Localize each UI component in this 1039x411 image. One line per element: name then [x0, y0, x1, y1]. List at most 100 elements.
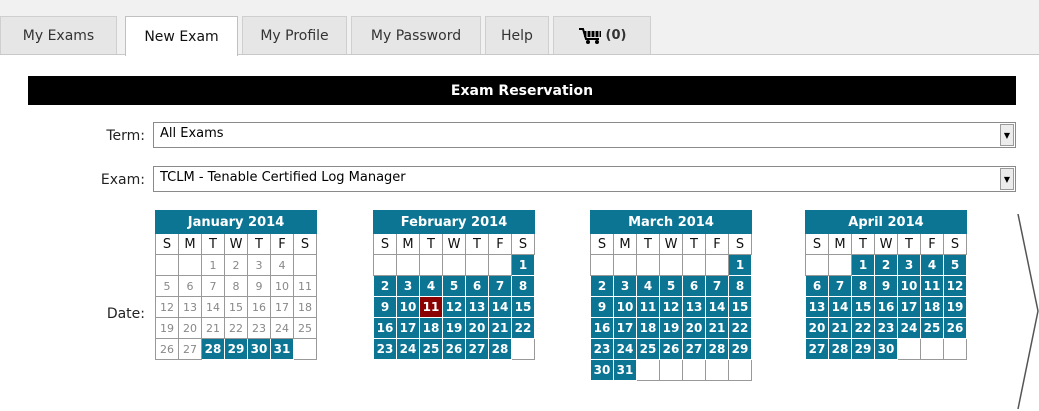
- calendar-day-available[interactable]: 25: [920, 317, 944, 339]
- calendar-day-available[interactable]: 6: [465, 275, 489, 297]
- calendar-day-available[interactable]: 22: [511, 317, 535, 339]
- calendar-day-available[interactable]: 5: [943, 254, 967, 276]
- calendar-day-available[interactable]: 23: [373, 338, 397, 360]
- calendar-day-available[interactable]: 4: [920, 254, 944, 276]
- calendar-day-available[interactable]: 24: [613, 338, 637, 360]
- calendar-day-available[interactable]: 29: [851, 338, 875, 360]
- calendar-day-available[interactable]: 26: [442, 338, 466, 360]
- calendar-day-available[interactable]: 5: [659, 275, 683, 297]
- calendar-day-available[interactable]: 8: [511, 275, 535, 297]
- calendar-day-available[interactable]: 29: [728, 338, 752, 360]
- calendar-day-available[interactable]: 24: [396, 338, 420, 360]
- calendar-day-available[interactable]: 28: [705, 338, 729, 360]
- calendar-day-available[interactable]: 7: [488, 275, 512, 297]
- calendar-day-available[interactable]: 13: [805, 296, 829, 318]
- calendar-day-available[interactable]: 22: [851, 317, 875, 339]
- calendar-day-available[interactable]: 23: [590, 338, 614, 360]
- dropdown-arrow-icon[interactable]: ▼: [1000, 168, 1014, 190]
- calendar-day-available[interactable]: 12: [659, 296, 683, 318]
- calendar-day-available[interactable]: 7: [828, 275, 852, 297]
- calendar-day-available[interactable]: 12: [442, 296, 466, 318]
- calendar-day-available[interactable]: 27: [682, 338, 706, 360]
- calendar-day-available[interactable]: 27: [805, 338, 829, 360]
- exam-select[interactable]: TCLM - Tenable Certified Log Manager ▼: [153, 166, 1016, 192]
- calendar-day-available[interactable]: 4: [419, 275, 443, 297]
- calendar-day-available[interactable]: 18: [920, 296, 944, 318]
- chevron-right-icon[interactable]: [1016, 214, 1039, 409]
- calendar-day-available[interactable]: 20: [465, 317, 489, 339]
- calendar-day-available[interactable]: 15: [511, 296, 535, 318]
- calendar-day-available[interactable]: 5: [442, 275, 466, 297]
- calendar-day-available[interactable]: 13: [465, 296, 489, 318]
- calendar-day-available[interactable]: 14: [488, 296, 512, 318]
- calendar-day-available[interactable]: 21: [488, 317, 512, 339]
- tab-my-profile[interactable]: My Profile: [242, 16, 347, 54]
- calendar-day-available[interactable]: 13: [682, 296, 706, 318]
- calendar-day-available[interactable]: 16: [590, 317, 614, 339]
- calendar-day-available[interactable]: 4: [636, 275, 660, 297]
- calendar-day-available[interactable]: 30: [247, 338, 271, 360]
- calendar-day-available[interactable]: 28: [201, 338, 225, 360]
- calendar-day-available[interactable]: 31: [270, 338, 294, 360]
- calendar-day-available[interactable]: 17: [613, 317, 637, 339]
- calendar-day-available[interactable]: 3: [897, 254, 921, 276]
- calendar-day-available[interactable]: 1: [851, 254, 875, 276]
- calendar-day-available[interactable]: 12: [943, 275, 967, 297]
- calendar-day-available[interactable]: 25: [419, 338, 443, 360]
- tab-my-password[interactable]: My Password: [351, 16, 481, 54]
- calendar-day-available[interactable]: 28: [488, 338, 512, 360]
- tab-help[interactable]: Help: [485, 16, 549, 54]
- calendar-day-available[interactable]: 30: [874, 338, 898, 360]
- calendar-day-available[interactable]: 16: [874, 296, 898, 318]
- calendar-day-available[interactable]: 6: [682, 275, 706, 297]
- calendar-day-available[interactable]: 25: [636, 338, 660, 360]
- calendar-day-available[interactable]: 9: [373, 296, 397, 318]
- calendar-day-available[interactable]: 10: [613, 296, 637, 318]
- calendar-day-available[interactable]: 8: [851, 275, 875, 297]
- calendar-day-available[interactable]: 28: [828, 338, 852, 360]
- calendar-day-available[interactable]: 18: [636, 317, 660, 339]
- calendar-day-available[interactable]: 8: [728, 275, 752, 297]
- calendar-day-available[interactable]: 19: [659, 317, 683, 339]
- calendar-day-available[interactable]: 19: [943, 296, 967, 318]
- calendar-day-available[interactable]: 3: [613, 275, 637, 297]
- calendar-day-selected[interactable]: 11: [419, 296, 443, 318]
- calendar-day-available[interactable]: 24: [897, 317, 921, 339]
- calendar-day-available[interactable]: 15: [851, 296, 875, 318]
- calendar-day-available[interactable]: 26: [943, 317, 967, 339]
- calendar-day-available[interactable]: 21: [705, 317, 729, 339]
- calendar-day-available[interactable]: 17: [897, 296, 921, 318]
- calendar-day-available[interactable]: 22: [728, 317, 752, 339]
- calendar-day-available[interactable]: 2: [590, 275, 614, 297]
- calendar-day-available[interactable]: 29: [224, 338, 248, 360]
- calendar-day-available[interactable]: 20: [682, 317, 706, 339]
- calendar-day-available[interactable]: 11: [920, 275, 944, 297]
- calendar-day-available[interactable]: 9: [874, 275, 898, 297]
- calendar-day-available[interactable]: 18: [419, 317, 443, 339]
- calendar-day-available[interactable]: 17: [396, 317, 420, 339]
- calendar-day-available[interactable]: 6: [805, 275, 829, 297]
- calendar-day-available[interactable]: 27: [465, 338, 489, 360]
- calendar-day-available[interactable]: 1: [728, 254, 752, 276]
- dropdown-arrow-icon[interactable]: ▼: [1000, 124, 1014, 146]
- calendar-day-available[interactable]: 20: [805, 317, 829, 339]
- calendar-day-available[interactable]: 21: [828, 317, 852, 339]
- calendar-day-available[interactable]: 10: [396, 296, 420, 318]
- calendar-day-available[interactable]: 7: [705, 275, 729, 297]
- calendar-day-available[interactable]: 31: [613, 359, 637, 381]
- term-select[interactable]: All Exams ▼: [153, 122, 1016, 148]
- calendar-day-available[interactable]: 11: [636, 296, 660, 318]
- calendar-day-available[interactable]: 23: [874, 317, 898, 339]
- calendar-day-available[interactable]: 14: [705, 296, 729, 318]
- calendar-day-available[interactable]: 2: [373, 275, 397, 297]
- calendar-day-available[interactable]: 2: [874, 254, 898, 276]
- calendar-day-available[interactable]: 16: [373, 317, 397, 339]
- calendar-day-available[interactable]: 30: [590, 359, 614, 381]
- calendar-day-available[interactable]: 26: [659, 338, 683, 360]
- calendar-day-available[interactable]: 14: [828, 296, 852, 318]
- calendar-day-available[interactable]: 15: [728, 296, 752, 318]
- calendar-day-available[interactable]: 10: [897, 275, 921, 297]
- tab-my-exams[interactable]: My Exams: [0, 16, 117, 54]
- calendar-day-available[interactable]: 3: [396, 275, 420, 297]
- calendar-day-available[interactable]: 1: [511, 254, 535, 276]
